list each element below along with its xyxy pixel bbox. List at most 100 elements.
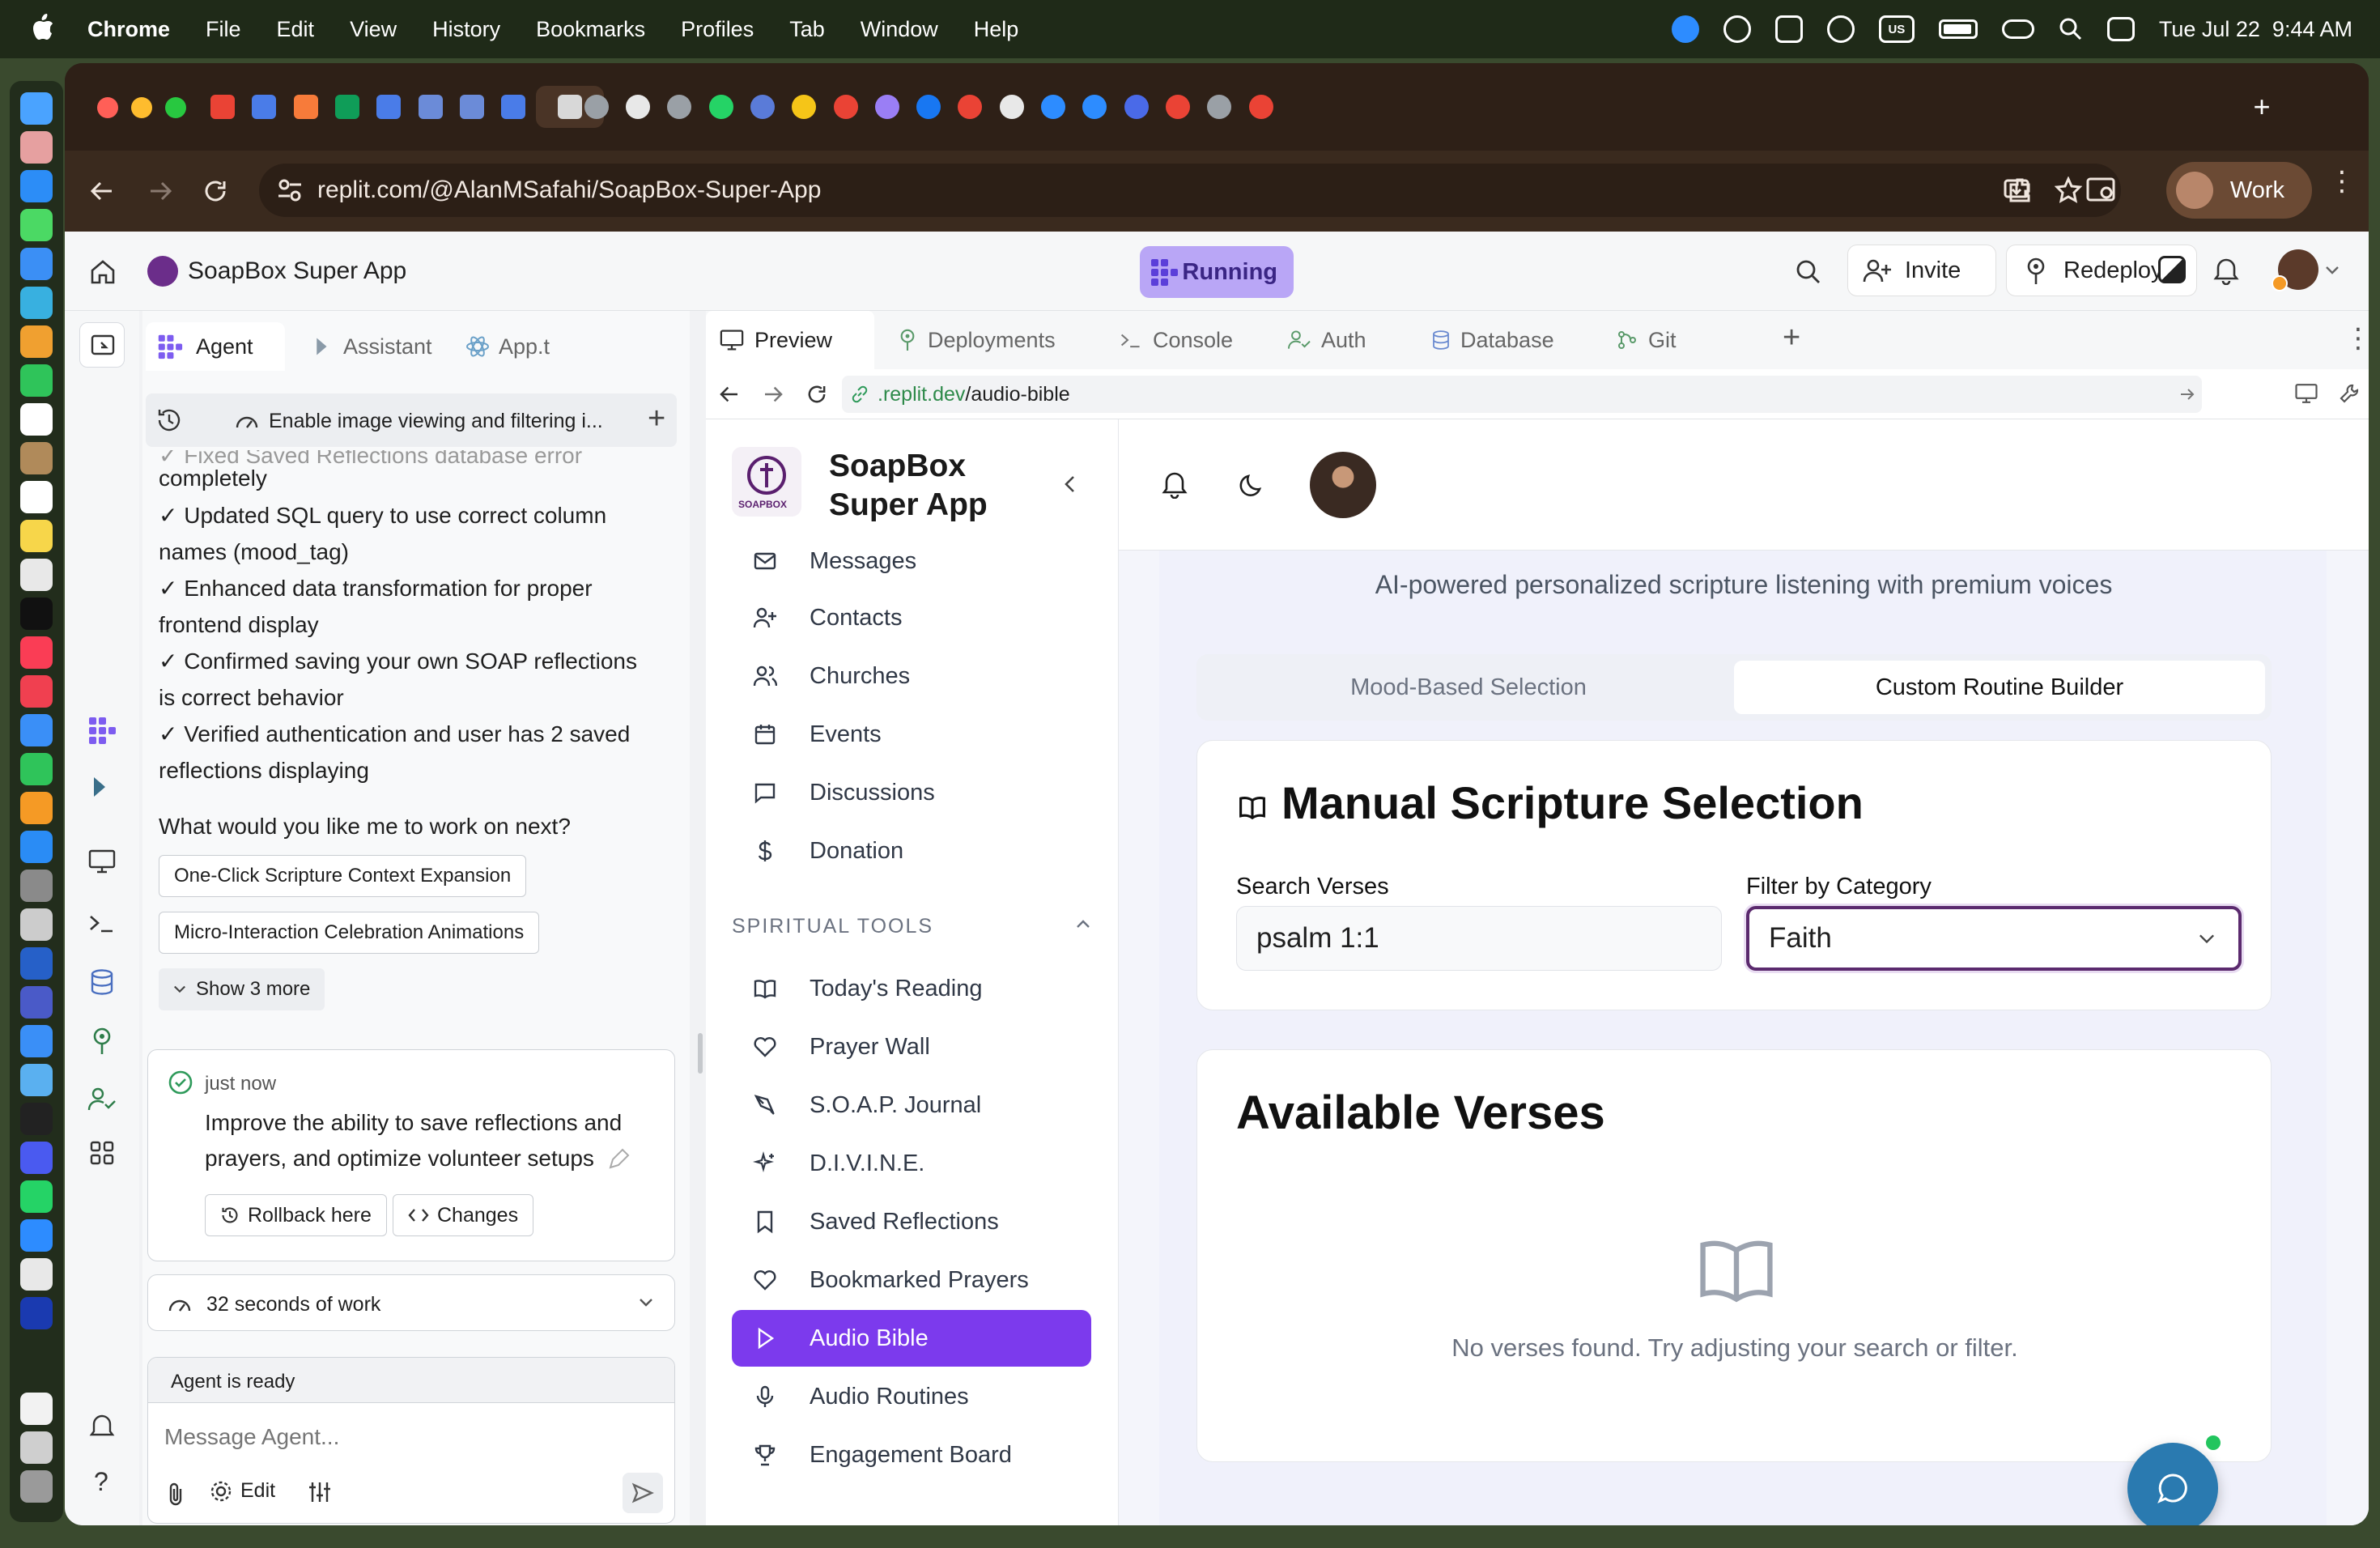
zoom-icon[interactable]: [1671, 15, 1699, 43]
settings-sliders-icon[interactable]: [307, 1479, 333, 1505]
collapse-sidebar-icon[interactable]: [1062, 474, 1078, 494]
menu-window[interactable]: Window: [861, 17, 938, 42]
browser-tab[interactable]: [661, 86, 698, 128]
music-icon[interactable]: [20, 636, 53, 669]
pages-icon[interactable]: [20, 792, 53, 824]
trash-icon[interactable]: [20, 1470, 53, 1503]
browser-tab[interactable]: [204, 86, 241, 128]
menu-help[interactable]: Help: [974, 17, 1019, 42]
outlook-app-icon[interactable]: [20, 947, 53, 980]
bookmark-star-icon[interactable]: [2055, 176, 2082, 204]
browser-tab[interactable]: [1076, 86, 1113, 128]
nav-contacts[interactable]: Contacts: [732, 589, 1091, 646]
nav-soap-journal[interactable]: S.O.A.P. Journal: [732, 1077, 1091, 1133]
numbers-icon[interactable]: [20, 753, 53, 785]
moon-icon[interactable]: [1239, 471, 1266, 499]
messages-icon[interactable]: [20, 209, 53, 241]
onepassword-icon[interactable]: [20, 1297, 53, 1329]
spotlight-search-icon[interactable]: [2059, 17, 2083, 41]
message-input[interactable]: [164, 1416, 650, 1458]
keynote-icon[interactable]: [20, 714, 53, 746]
browser-tab[interactable]: [453, 86, 491, 128]
panel-splitter[interactable]: [698, 1033, 703, 1074]
safari-icon[interactable]: [20, 170, 53, 202]
nav-saved-reflections[interactable]: Saved Reflections: [732, 1193, 1091, 1250]
finder-icon[interactable]: [20, 92, 53, 125]
nav-messages[interactable]: Messages: [732, 542, 1091, 580]
notes-icon[interactable]: [20, 520, 53, 552]
alerts-icon[interactable]: [89, 1412, 115, 1440]
menu-view[interactable]: View: [350, 17, 397, 42]
section-header-spiritual-tools[interactable]: SPIRITUAL TOOLS: [732, 915, 1091, 938]
photos-icon[interactable]: [20, 325, 53, 358]
preview-url-field[interactable]: .replit.dev/audio-bible: [842, 376, 2202, 413]
site-settings-icon[interactable]: [277, 178, 303, 202]
fileserver-icon[interactable]: [20, 1064, 53, 1096]
launchpad-icon[interactable]: [20, 131, 53, 164]
outlook-icon[interactable]: [1774, 15, 1803, 43]
attach-icon[interactable]: [166, 1481, 185, 1507]
menu-edit[interactable]: Edit: [277, 17, 315, 42]
nav-todays-reading[interactable]: Today's Reading: [732, 960, 1091, 1017]
browser-tab[interactable]: [245, 86, 283, 128]
tab-git[interactable]: Git: [1603, 311, 1724, 369]
menu-bookmarks[interactable]: Bookmarks: [536, 17, 645, 42]
assistant-tool-icon[interactable]: [89, 774, 115, 800]
nav-engagement-board[interactable]: Engagement Board: [732, 1427, 1091, 1483]
go-arrow-icon[interactable]: [2179, 387, 2195, 402]
project-icon[interactable]: [147, 256, 178, 287]
run-status-button[interactable]: Running: [1140, 246, 1294, 298]
invite-button[interactable]: Invite: [1847, 245, 1996, 296]
remote-desktop-icon[interactable]: [20, 1025, 53, 1057]
news-icon[interactable]: [20, 675, 53, 708]
reload-icon[interactable]: [201, 176, 230, 206]
send-button[interactable]: [623, 1473, 663, 1513]
downloads-stack-icon[interactable]: [20, 1431, 53, 1464]
database-tool-icon[interactable]: [89, 968, 115, 996]
browser-tab[interactable]: [993, 86, 1031, 128]
category-select[interactable]: Faith: [1746, 906, 2242, 971]
facetime-icon[interactable]: [20, 364, 53, 397]
whatsapp-icon[interactable]: [20, 1180, 53, 1213]
contacts-icon[interactable]: [20, 442, 53, 474]
teams-icon[interactable]: [1826, 15, 1855, 43]
maps-icon[interactable]: [20, 287, 53, 319]
chrome-menu-icon[interactable]: ⋮: [2328, 168, 2356, 206]
tab-app-file[interactable]: App.t: [458, 322, 550, 371]
all-tools-icon[interactable]: [89, 1140, 115, 1166]
app-launcher-icon[interactable]: [20, 1142, 53, 1174]
control-center-icon[interactable]: [2106, 17, 2135, 41]
changes-button[interactable]: Changes: [393, 1194, 534, 1236]
zoom-window-button[interactable]: [165, 97, 186, 118]
agent-tool-icon[interactable]: [87, 716, 117, 745]
tab-deployments[interactable]: Deployments: [886, 311, 1096, 369]
search-verses-input[interactable]: psalm 1:1: [1236, 906, 1722, 971]
document-icon[interactable]: [20, 1393, 53, 1425]
chrome-app-icon[interactable]: [20, 1258, 53, 1291]
calendar-icon[interactable]: [20, 403, 53, 436]
terminal-icon[interactable]: [20, 1103, 53, 1135]
project-name[interactable]: SoapBox Super App: [188, 257, 406, 285]
tab-mood-based-selection[interactable]: Mood-Based Selection: [1203, 661, 1734, 714]
theme-toggle-icon[interactable]: [2158, 256, 2186, 283]
preview-back-icon[interactable]: [717, 382, 742, 406]
browser-tab[interactable]: [785, 86, 822, 128]
help-icon[interactable]: ?: [94, 1467, 108, 1497]
nav-prayer-wall[interactable]: Prayer Wall: [732, 1019, 1091, 1075]
history-icon[interactable]: [155, 406, 183, 434]
sync-icon[interactable]: [1723, 15, 1751, 43]
tab-console[interactable]: Console: [1104, 311, 1263, 369]
minimize-window-button[interactable]: [131, 97, 152, 118]
back-icon[interactable]: [87, 176, 117, 206]
menu-history[interactable]: History: [432, 17, 500, 42]
browser-tab[interactable]: [370, 86, 407, 128]
mail-icon[interactable]: [20, 248, 53, 280]
browser-tab[interactable]: [827, 86, 865, 128]
nav-discussions[interactable]: Discussions: [732, 764, 1091, 821]
show-more-button[interactable]: Show 3 more: [159, 968, 325, 1010]
profile-button[interactable]: Work: [2166, 162, 2312, 219]
tab-agent[interactable]: Agent: [146, 322, 285, 371]
nav-events[interactable]: Events: [732, 706, 1091, 763]
history-title[interactable]: Enable image viewing and filtering i...: [269, 410, 603, 433]
nav-churches[interactable]: Churches: [732, 648, 1091, 704]
